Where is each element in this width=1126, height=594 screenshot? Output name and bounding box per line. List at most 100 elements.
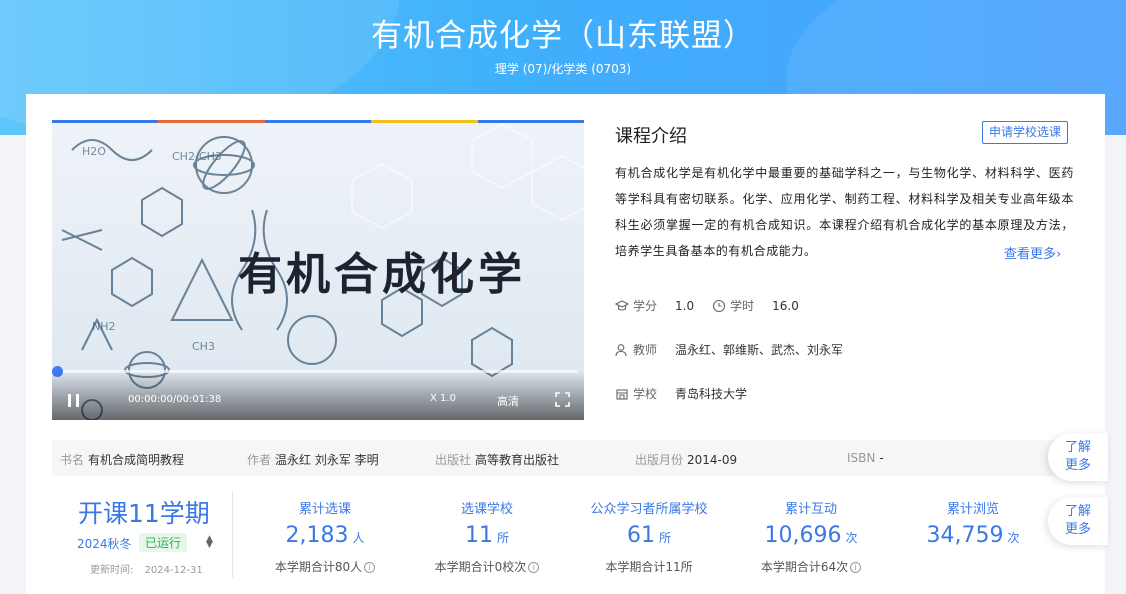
stat-label: 累计浏览	[946, 502, 999, 517]
svg-text:NH2: NH2	[92, 320, 116, 333]
learn-more-button[interactable]: 了解 更多	[1048, 433, 1108, 481]
textbook-info: 书名 有机合成简明教程 作者 温永红 刘永军 李明 出版社 高等教育出版社 出版月份 2…	[52, 440, 1105, 476]
update-time: 更新时间: 2024-12-31	[90, 561, 203, 576]
stat-unit: 所	[658, 531, 671, 545]
credit-hours-row: 学分 1.0 学时 16.0	[615, 297, 799, 314]
video-caption: 有机合成化学	[238, 249, 526, 300]
see-more-label: 查看更多	[1004, 247, 1057, 262]
quality-button[interactable]: 高清	[497, 393, 519, 409]
stat-foot: 本学期合计11所	[569, 558, 729, 575]
book-name-value: 有机合成简明教程	[88, 453, 185, 467]
learn-more-line1: 了解	[1064, 440, 1091, 455]
stat-number: 61 所	[569, 523, 729, 548]
pause-icon[interactable]	[68, 394, 79, 407]
info-icon[interactable]: i	[528, 562, 540, 573]
learn-more-line2: 更多	[1064, 522, 1091, 537]
fullscreen-icon[interactable]	[555, 392, 570, 407]
teacher-label: 教师	[633, 343, 658, 357]
semester-title: 开课11学期	[78, 499, 210, 528]
stat-label: 公众学习者所属学校	[590, 502, 708, 517]
stat-schools: 选课学校 11 所 本学期合计0校次 i	[407, 498, 567, 575]
svg-text:CH3: CH3	[192, 340, 215, 353]
learn-more-line2: 更多	[1064, 458, 1091, 473]
course-title: 有机合成化学（山东联盟）	[371, 18, 755, 54]
stat-label: 累计互动	[784, 502, 837, 517]
stat-foot-text: 本学期合计80人	[274, 560, 363, 574]
teacher-value: 温永红、郭维斯、武杰、刘永军	[675, 343, 844, 357]
stat-unit: 人	[352, 531, 365, 545]
stat-value: 11	[464, 523, 493, 548]
svg-text:CH2-CH3: CH2-CH3	[172, 150, 222, 163]
stat-foot: 本学期合计0校次 i	[407, 558, 567, 575]
stat-label: 选课学校	[460, 502, 513, 517]
book-author-label: 作者	[247, 453, 272, 467]
book-publisher: 出版社 高等教育出版社	[435, 451, 559, 468]
graduation-cap-icon	[615, 299, 629, 311]
learn-more-line1: 了解	[1064, 504, 1091, 519]
book-isbn: ISBN -	[847, 451, 884, 465]
chevron-right-icon: ›	[1056, 247, 1062, 262]
stat-total-enrolled: 累计选课 2,183 人 本学期合计80人 i	[245, 498, 405, 575]
stat-value: 2,183	[285, 523, 349, 548]
school-label: 学校	[633, 387, 658, 401]
book-name-label: 书名	[60, 453, 85, 467]
book-publisher-value: 高等教育出版社	[475, 453, 560, 467]
see-more-link[interactable]: 查看更多›	[1004, 243, 1061, 262]
stat-number: 11 所	[407, 523, 567, 548]
video-controls: 00:00:00/00:01:38 X 1.0 高清	[52, 370, 584, 420]
user-icon	[615, 343, 627, 356]
credit-label: 学分	[633, 299, 658, 313]
stat-number: 2,183 人	[245, 523, 405, 548]
term-switch-icon[interactable]: ▲ ▼	[206, 535, 213, 550]
stat-unit: 所	[496, 531, 509, 545]
stat-foot-text: 本学期合计11所	[605, 560, 693, 574]
time-readout: 00:00:00/00:01:38	[128, 394, 222, 405]
info-icon[interactable]: i	[364, 562, 376, 573]
update-time-value: 2024-12-31	[144, 565, 203, 576]
speed-button[interactable]: X 1.0	[430, 393, 456, 404]
book-month-value: 2014-09	[687, 453, 738, 467]
book-isbn-value: -	[879, 451, 884, 465]
book-month-label: 出版月份	[635, 453, 684, 467]
school-building-icon	[616, 388, 628, 400]
stat-foot-text: 本学期合计64次	[760, 560, 849, 574]
info-icon[interactable]: i	[850, 562, 862, 573]
hours-value: 16.0	[772, 298, 799, 313]
book-isbn-label: ISBN	[847, 451, 876, 465]
book-publisher-label: 出版社	[435, 453, 472, 467]
school-row: 学校 青岛科技大学	[615, 385, 747, 402]
course-card: H2O CH2-CH3 NH2 CH3 有机合成化学 00:00:00/00:0…	[26, 94, 1105, 594]
book-month: 出版月份 2014-09	[635, 451, 737, 468]
stat-number: 34,759 次	[893, 523, 1053, 548]
teacher-row: 教师 温永红、郭维斯、武杰、刘永军	[615, 341, 843, 358]
stats-divider	[232, 492, 233, 578]
video-player[interactable]: H2O CH2-CH3 NH2 CH3 有机合成化学 00:00:00/00:0…	[52, 120, 584, 420]
stat-unit: 次	[845, 531, 858, 545]
semester-term: 2024秋冬	[77, 537, 132, 551]
update-time-label: 更新时间:	[90, 565, 134, 576]
stat-foot: 本学期合计80人 i	[245, 558, 405, 575]
stat-public-schools: 公众学习者所属学校 61 所 本学期合计11所	[569, 498, 729, 575]
stat-views: 累计浏览 34,759 次	[893, 498, 1053, 548]
intro-title: 课程介绍	[615, 126, 687, 147]
hours-label: 学时	[730, 299, 755, 313]
school-value: 青岛科技大学	[675, 387, 748, 401]
stat-value: 61	[626, 523, 655, 548]
learn-more-button-2[interactable]: 了解 更多	[1048, 497, 1108, 545]
clock-icon	[713, 299, 726, 312]
credit-value: 1.0	[675, 298, 695, 313]
stat-value: 34,759	[926, 523, 1004, 548]
book-author: 作者 温永红 刘永军 李明	[247, 451, 379, 468]
stat-foot: 本学期合计64次 i	[731, 558, 891, 575]
stat-value: 10,696	[764, 523, 842, 548]
book-name: 书名 有机合成简明教程	[60, 451, 184, 468]
stat-unit: 次	[1007, 531, 1020, 545]
stat-label: 累计选课	[298, 502, 351, 517]
stat-foot-text: 本学期合计0校次	[434, 560, 527, 574]
status-badge: 已运行	[139, 533, 188, 552]
course-category: 理学 (07)/化学类 (0703)	[494, 62, 632, 76]
svg-text:H2O: H2O	[82, 145, 106, 158]
apply-school-button[interactable]: 申请学校选课	[982, 121, 1069, 144]
stat-number: 10,696 次	[731, 523, 891, 548]
stat-interactions: 累计互动 10,696 次 本学期合计64次 i	[731, 498, 891, 575]
